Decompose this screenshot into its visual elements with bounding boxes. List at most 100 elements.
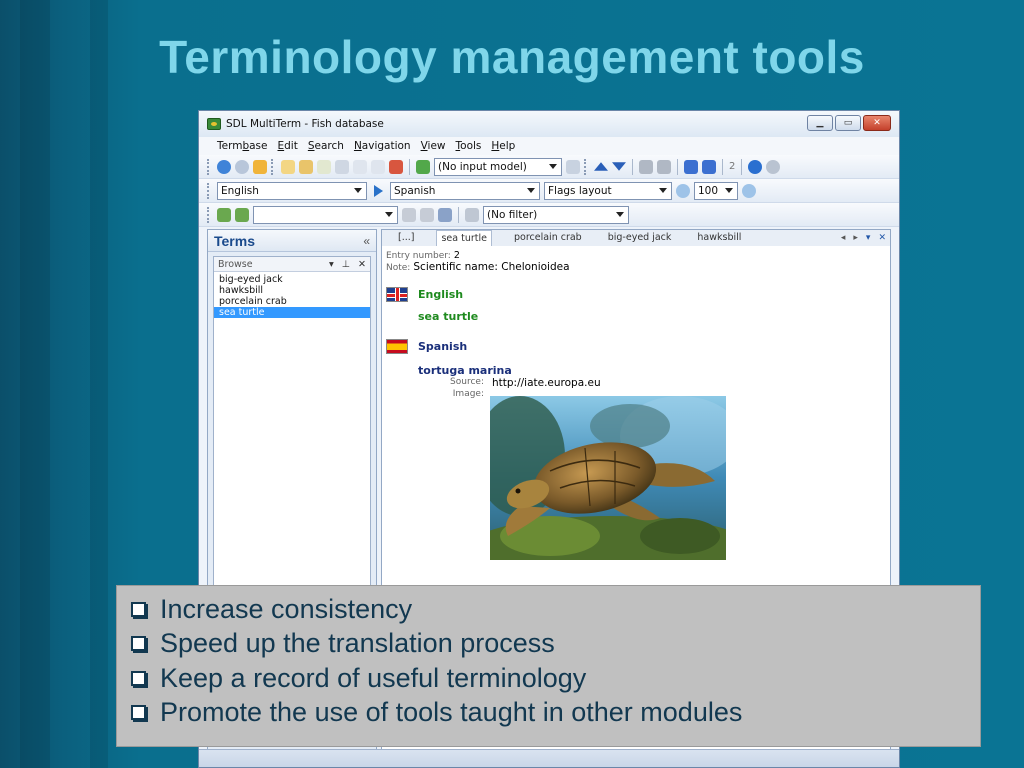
search-icon[interactable] xyxy=(402,207,416,222)
slide-title: Terminology management tools xyxy=(159,31,865,83)
browse-header: Browse ▾ ⊥ ✕ xyxy=(214,257,370,272)
layout-select[interactable]: Flags layout xyxy=(544,181,672,200)
toolbar-separator xyxy=(722,158,723,175)
close-tab-icon[interactable]: ✕ xyxy=(878,230,886,246)
validate-icon[interactable] xyxy=(416,159,430,174)
toolbar-grip[interactable] xyxy=(207,206,210,223)
menu-termbase[interactable]: Termbase xyxy=(217,140,268,152)
toolbar-separator xyxy=(632,158,633,175)
entry-number: 2 xyxy=(453,250,460,261)
list-item[interactable]: hawksbill xyxy=(214,285,370,296)
save-entry-icon[interactable] xyxy=(353,159,367,174)
forward-icon[interactable] xyxy=(766,159,781,174)
bg-stripe xyxy=(20,0,50,768)
print-icon[interactable] xyxy=(566,159,580,174)
window-title: SDL MultiTerm - Fish database xyxy=(226,118,384,130)
target-language-select[interactable]: Spanish xyxy=(390,181,540,200)
menu-view[interactable]: View xyxy=(421,140,446,152)
tab-porcelain-crab[interactable]: porcelain crab xyxy=(510,230,586,246)
add-entry-icon[interactable] xyxy=(299,159,313,174)
filter-icon[interactable] xyxy=(465,207,479,222)
cancel-entry-icon[interactable] xyxy=(371,159,385,174)
dropdown-icon[interactable]: ▾ xyxy=(329,259,334,270)
window-titlebar[interactable]: SDL MultiTerm - Fish database ▁ ▭ ✕ xyxy=(199,111,899,137)
status-bar xyxy=(199,749,899,767)
menu-help[interactable]: Help xyxy=(491,140,515,152)
tab-sea-turtle[interactable]: sea turtle xyxy=(436,230,492,246)
hitlist-icon[interactable] xyxy=(438,207,452,222)
language-english: English xyxy=(418,288,464,301)
scroll-tabs-left-icon[interactable]: ◂ xyxy=(841,230,846,246)
sea-turtle-image xyxy=(490,396,726,560)
filter-select[interactable]: (No filter) xyxy=(483,205,629,224)
zoom-in-icon[interactable] xyxy=(742,183,756,198)
filter-prev-icon[interactable] xyxy=(639,159,653,174)
toolbar-grip[interactable] xyxy=(207,158,210,175)
english-section: English xyxy=(386,287,886,302)
toolbar-separator xyxy=(677,158,678,175)
tab-hawksbill[interactable]: hawksbill xyxy=(693,230,745,246)
minimize-button[interactable]: ▁ xyxy=(807,115,833,131)
terms-pane-title: Terms xyxy=(214,232,255,249)
delete-entry-icon[interactable] xyxy=(389,159,403,174)
new-entry-icon[interactable] xyxy=(281,159,295,174)
search-type-icon[interactable] xyxy=(217,207,231,222)
search-input[interactable] xyxy=(253,205,398,224)
close-icon[interactable]: ✕ xyxy=(358,259,366,270)
language-spanish: Spanish xyxy=(418,340,468,353)
bullet-item: Speed up the translation process xyxy=(129,627,980,662)
source-value[interactable]: http://iate.europa.eu xyxy=(492,377,601,389)
close-button[interactable]: ✕ xyxy=(863,115,891,131)
maximize-button[interactable]: ▭ xyxy=(835,115,861,131)
bullet-list: Increase consistency Speed up the transl… xyxy=(116,585,981,747)
catalog-icon[interactable] xyxy=(235,159,249,174)
spanish-section: Spanish xyxy=(386,339,886,354)
terms-pane-header: Terms « xyxy=(208,230,376,252)
zoom-select[interactable]: 100 xyxy=(694,181,738,200)
fulltext-search-icon[interactable] xyxy=(420,207,434,222)
fuzzy-search-icon[interactable] xyxy=(235,207,249,222)
previous-entry-icon[interactable] xyxy=(594,162,608,171)
multiterm-app-icon xyxy=(207,118,221,130)
tab-overflow[interactable]: [...] xyxy=(394,230,418,246)
pin-icon[interactable]: ⊥ xyxy=(342,259,350,270)
checkbox-bullet-icon xyxy=(131,705,146,721)
menu-navigation[interactable]: Navigation xyxy=(354,140,411,152)
toolbar-separator xyxy=(409,158,410,175)
first-entry-icon[interactable] xyxy=(684,159,698,174)
last-entry-icon[interactable] xyxy=(702,159,716,174)
checkbox-bullet-icon xyxy=(131,601,146,617)
list-item-selected[interactable]: sea turtle xyxy=(214,307,370,318)
refresh-icon[interactable] xyxy=(217,159,231,174)
entry-content: Entry number: 2 Note: Scientific name: C… xyxy=(382,246,890,560)
tab-big-eyed-jack[interactable]: big-eyed jack xyxy=(604,230,676,246)
zoom-out-icon[interactable] xyxy=(676,183,690,198)
toolbar-grip xyxy=(271,158,274,175)
menu-edit[interactable]: Edit xyxy=(278,140,298,152)
swap-direction-icon[interactable] xyxy=(374,184,383,197)
back-icon[interactable] xyxy=(748,159,763,174)
scroll-tabs-right-icon[interactable]: ▸ xyxy=(853,230,858,246)
edit-entry-icon[interactable] xyxy=(317,159,331,174)
checkbox-bullet-icon xyxy=(131,636,146,652)
menu-tools[interactable]: Tools xyxy=(456,140,482,152)
note-value: Scientific name: Chelonioidea xyxy=(413,261,570,273)
toolbar-grip[interactable] xyxy=(207,182,210,199)
list-item[interactable]: big-eyed jack xyxy=(214,274,370,285)
tab-list-icon[interactable]: ▾ xyxy=(866,230,871,246)
source-language-select[interactable]: English xyxy=(217,181,367,200)
next-entry-icon[interactable] xyxy=(612,162,626,171)
toolbar-separator xyxy=(741,158,743,175)
termbase-icon[interactable] xyxy=(253,159,267,174)
collapse-pane-icon[interactable]: « xyxy=(363,234,370,248)
checkbox-bullet-icon xyxy=(131,670,146,686)
copy-entry-icon[interactable] xyxy=(335,159,349,174)
list-item[interactable]: porcelain crab xyxy=(214,296,370,307)
input-model-select[interactable]: (No input model) xyxy=(434,157,562,176)
uk-flag-icon xyxy=(386,287,408,302)
menu-search[interactable]: Search xyxy=(308,140,344,152)
bg-stripe xyxy=(90,0,108,768)
nav-count: 2 xyxy=(729,161,736,172)
main-toolbar: (No input model) 2 xyxy=(199,155,899,179)
filter-next-icon[interactable] xyxy=(657,159,671,174)
